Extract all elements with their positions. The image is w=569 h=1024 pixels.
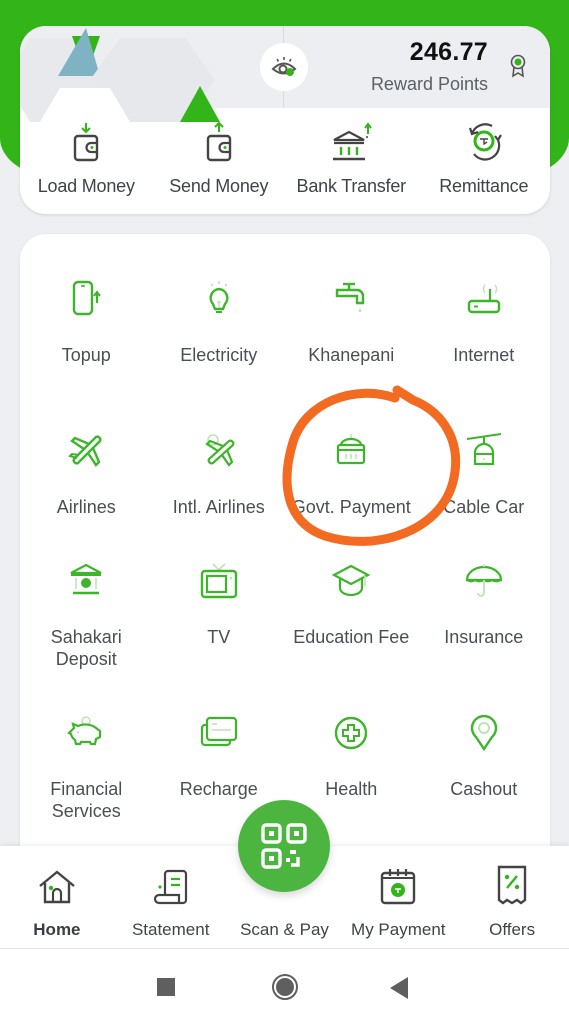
quick-action-label: Remittance	[439, 176, 529, 196]
nav-label: My Payment	[351, 920, 446, 939]
back-triangle-icon	[390, 977, 408, 999]
quick-actions: Load Money Send Money Bank Transfer Remi…	[20, 116, 550, 214]
eye-icon	[271, 57, 297, 76]
service-cable-car[interactable]: Cable Car	[418, 426, 551, 556]
nav-label: Scan & Pay	[240, 920, 329, 939]
home-system-button[interactable]	[271, 973, 299, 1006]
balance-card: 246.77 Reward Points Load Money Send Mon…	[20, 26, 550, 214]
service-govt-payment[interactable]: Govt. Payment	[285, 426, 418, 556]
nav-home[interactable]: Home	[0, 846, 114, 948]
offers-receipt-icon	[497, 865, 527, 905]
recent-apps-button[interactable]	[157, 978, 175, 1001]
service-cashout[interactable]: Cashout	[418, 708, 551, 860]
qr-code-icon	[261, 823, 307, 869]
nav-label: Offers	[489, 920, 536, 939]
service-label: Insurance	[444, 627, 524, 647]
service-education-fee[interactable]: Education Fee	[285, 556, 418, 708]
piggy-bank-icon	[67, 716, 102, 746]
service-airlines[interactable]: Airlines	[20, 426, 153, 556]
quick-action-send-money[interactable]: Send Money	[153, 116, 286, 214]
quick-action-label: Load Money	[37, 176, 135, 196]
reward-points-label: Reward Points	[370, 74, 488, 94]
airplane-icon	[68, 435, 102, 467]
service-label: Education Fee	[293, 627, 410, 647]
government-building-icon	[337, 434, 366, 465]
service-label: Intl. Airlines	[172, 497, 265, 517]
tv-icon	[200, 563, 237, 599]
remittance-icon	[468, 123, 502, 161]
umbrella-icon	[465, 564, 502, 597]
system-navigation-bar	[0, 948, 569, 1024]
service-label: Internet	[453, 345, 515, 365]
service-grid: Topup Electricity Khanepani Internet Air…	[20, 274, 550, 860]
health-plus-icon	[335, 716, 368, 750]
quick-action-label: Send Money	[169, 176, 269, 196]
service-label: Cable Car	[443, 497, 525, 517]
service-label: Electricity	[180, 345, 258, 365]
nav-label: Statement	[131, 920, 210, 939]
quick-action-bank-transfer[interactable]: Bank Transfer	[285, 116, 418, 214]
nav-label: Home	[33, 920, 81, 939]
service-intl-airlines[interactable]: Intl. Airlines	[153, 426, 286, 556]
service-label: Health	[325, 779, 378, 799]
circle-home-icon	[272, 974, 298, 1000]
location-pin-icon	[470, 714, 497, 752]
service-electricity[interactable]: Electricity	[153, 274, 286, 426]
service-label: Recharge	[179, 779, 258, 799]
service-label: TV	[207, 627, 231, 647]
nav-my-payment[interactable]: My Payment	[341, 846, 455, 948]
service-tv[interactable]: TV	[153, 556, 286, 708]
quick-action-load-money[interactable]: Load Money	[20, 116, 153, 214]
home-icon	[39, 870, 75, 904]
service-internet[interactable]: Internet	[418, 274, 551, 426]
service-label: Airlines	[56, 497, 116, 517]
cooperative-icon	[70, 563, 102, 595]
intl-airplane-icon	[205, 434, 235, 467]
wallet-upload-icon	[206, 122, 231, 162]
square-icon	[157, 978, 175, 996]
service-label: Cashout	[450, 779, 518, 799]
service-label: Sahakari Deposit	[50, 627, 122, 669]
quick-action-label: Bank Transfer	[296, 176, 407, 196]
wallet-download-icon	[74, 123, 99, 162]
calendar-payment-icon	[381, 869, 416, 905]
scan-pay-button[interactable]	[238, 800, 330, 892]
service-sahakari-deposit[interactable]: Sahakari Deposit	[20, 556, 153, 708]
statement-icon	[153, 869, 187, 905]
reward-badge-icon[interactable]	[510, 54, 526, 78]
services-card: Topup Electricity Khanepani Internet Air…	[20, 234, 550, 874]
nav-offers[interactable]: Offers	[455, 846, 569, 948]
router-icon	[467, 284, 500, 314]
balance-section: 246.77 Reward Points	[20, 26, 550, 122]
reward-points-value: 246.77	[409, 38, 488, 66]
service-insurance[interactable]: Insurance	[418, 556, 551, 708]
bulb-icon	[209, 281, 229, 313]
service-financial-services[interactable]: Financial Services	[20, 708, 153, 860]
bank-icon	[333, 122, 373, 161]
phone-topup-icon	[73, 280, 102, 316]
service-topup[interactable]: Topup	[20, 274, 153, 426]
toggle-visibility-button[interactable]	[260, 43, 308, 91]
service-khanepani[interactable]: Khanepani	[285, 274, 418, 426]
nav-statement[interactable]: Statement	[114, 846, 228, 948]
water-tap-icon	[336, 282, 365, 312]
back-button[interactable]	[390, 977, 408, 1004]
service-label: Khanepani	[308, 345, 395, 365]
service-label: Financial Services	[50, 779, 123, 821]
cable-car-icon	[466, 433, 501, 466]
service-label: Govt. Payment	[291, 497, 411, 517]
quick-action-remittance[interactable]: Remittance	[418, 116, 551, 214]
graduation-cap-icon	[331, 564, 371, 597]
app-screen: 246.77 Reward Points Load Money Send Mon…	[0, 0, 569, 1024]
service-label: Topup	[61, 345, 111, 365]
recharge-card-icon	[200, 716, 237, 747]
